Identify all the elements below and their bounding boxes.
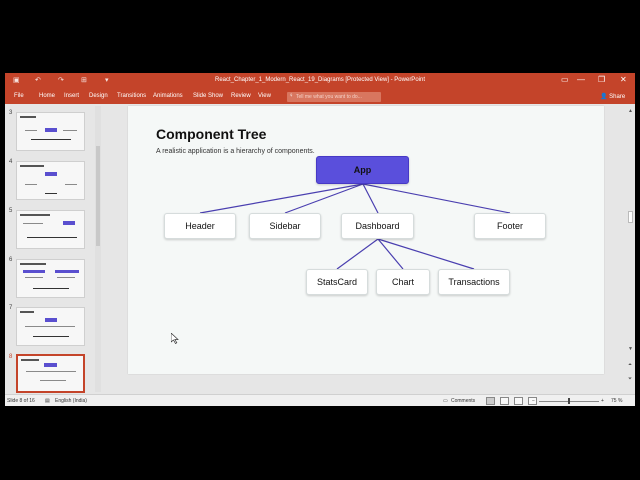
node-chart: Chart bbox=[376, 269, 430, 295]
edge-dashboard-transactions bbox=[377, 238, 475, 270]
comments-button[interactable]: Comments bbox=[451, 398, 475, 404]
thumbnail-number: 8 bbox=[9, 354, 13, 360]
edge-app-header bbox=[199, 183, 364, 214]
lightbulb-icon: ♀ bbox=[289, 93, 294, 99]
status-bar: Slide 8 of 16 ▤ English (India) ▭ Commen… bbox=[5, 394, 635, 406]
node-header: Header bbox=[164, 213, 236, 239]
slide-sorter-button[interactable] bbox=[500, 397, 509, 405]
reading-view-button[interactable] bbox=[514, 397, 523, 405]
node-app: App bbox=[316, 156, 409, 184]
person-icon: 👤 bbox=[600, 94, 608, 100]
edge-app-dashboard bbox=[362, 183, 379, 214]
thumbnail-item[interactable]: 3 bbox=[5, 110, 101, 151]
tree-edges bbox=[199, 183, 511, 270]
powerpoint-window: ▣ ↶ ↷ ⊞ ▾ React_Chapter_1_Modern_React_1… bbox=[5, 73, 635, 406]
thumbnail-slide-8-selected[interactable] bbox=[16, 354, 85, 393]
edge-app-sidebar bbox=[284, 183, 364, 214]
tab-transitions[interactable]: Transitions bbox=[117, 93, 146, 99]
thumbnail-item[interactable]: 6 bbox=[5, 257, 101, 298]
edge-app-footer bbox=[362, 183, 511, 214]
slide-thumbnail-pane: 3 4 5 6 7 8 bbox=[5, 104, 101, 394]
slide-subtitle: A realistic application is a hierarchy o… bbox=[156, 148, 315, 155]
mouse-cursor-icon bbox=[171, 333, 179, 344]
tab-slide-show[interactable]: Slide Show bbox=[193, 93, 223, 99]
thumbnail-item[interactable]: 8 bbox=[5, 354, 101, 394]
thumbnail-item[interactable]: 4 bbox=[5, 159, 101, 200]
thumbnail-slide-6[interactable] bbox=[16, 259, 85, 298]
zoom-level[interactable]: 75 % bbox=[611, 398, 622, 404]
thumbnail-number: 7 bbox=[9, 305, 13, 311]
slide-title: Component Tree bbox=[156, 126, 267, 142]
thumbnail-item[interactable]: 5 bbox=[5, 208, 101, 249]
node-dashboard: Dashboard bbox=[341, 213, 414, 239]
zoom-slider-knob[interactable] bbox=[568, 398, 570, 404]
node-transactions: Transactions bbox=[438, 269, 510, 295]
minimize-icon[interactable]: — bbox=[577, 75, 585, 84]
restore-icon[interactable]: ❐ bbox=[598, 75, 605, 84]
window-title: React_Chapter_1_Modern_React_19_Diagrams… bbox=[214, 77, 425, 83]
node-sidebar: Sidebar bbox=[249, 213, 321, 239]
slide-scrollbar-thumb[interactable] bbox=[628, 211, 633, 223]
scroll-down-icon[interactable]: ▼ bbox=[628, 346, 633, 352]
thumbnail-number: 5 bbox=[9, 208, 13, 214]
thumbnail-slide-5[interactable] bbox=[16, 210, 85, 249]
language-indicator[interactable]: English (India) bbox=[55, 398, 87, 404]
tab-home[interactable]: Home bbox=[39, 93, 55, 99]
title-bar: ▣ ↶ ↷ ⊞ ▾ React_Chapter_1_Modern_React_1… bbox=[5, 73, 635, 90]
node-footer: Footer bbox=[474, 213, 546, 239]
thumbnail-slide-3[interactable] bbox=[16, 112, 85, 151]
close-icon[interactable]: ✕ bbox=[620, 75, 627, 84]
thumbnail-item[interactable]: 7 bbox=[5, 305, 101, 346]
share-label: Share bbox=[609, 94, 626, 100]
ribbon-tabs: File Home Insert Design Transitions Anim… bbox=[5, 90, 635, 104]
ribbon-display-icon[interactable]: ▭ bbox=[561, 75, 569, 84]
slide-indicator: Slide 8 of 16 bbox=[7, 398, 35, 404]
tab-review[interactable]: Review bbox=[231, 93, 251, 99]
tell-me-search[interactable]: ♀ Tell me what you want to do... bbox=[287, 92, 381, 102]
tab-animations[interactable]: Animations bbox=[153, 93, 183, 99]
thumbnail-slide-4[interactable] bbox=[16, 161, 85, 200]
next-slide-icon[interactable]: ⏷ bbox=[628, 376, 632, 382]
thumbnail-number: 3 bbox=[9, 110, 13, 116]
tell-me-placeholder: Tell me what you want to do... bbox=[296, 94, 362, 100]
edge-dashboard-statscard bbox=[336, 238, 379, 270]
slide-canvas[interactable]: Component Tree A realistic application i… bbox=[128, 106, 604, 374]
slide-scrollbar[interactable]: ▲ ▼ ⏶ ⏷ bbox=[626, 106, 635, 394]
node-statscard: StatsCard bbox=[306, 269, 368, 295]
zoom-in-icon[interactable]: + bbox=[601, 398, 604, 404]
thumbnail-number: 4 bbox=[9, 159, 13, 165]
tab-file[interactable]: File bbox=[14, 93, 24, 99]
share-button[interactable]: 👤 Share bbox=[600, 93, 625, 100]
comments-icon[interactable]: ▭ bbox=[443, 398, 448, 404]
previous-slide-icon[interactable]: ⏶ bbox=[628, 362, 632, 368]
tab-design[interactable]: Design bbox=[89, 93, 108, 99]
thumbnail-number: 6 bbox=[9, 257, 13, 263]
tab-insert[interactable]: Insert bbox=[64, 93, 79, 99]
thumbnail-scrollbar[interactable] bbox=[95, 106, 101, 392]
normal-view-button[interactable] bbox=[486, 397, 495, 405]
spellcheck-icon[interactable]: ▤ bbox=[45, 398, 50, 404]
scroll-up-icon[interactable]: ▲ bbox=[628, 108, 633, 114]
thumbnail-slide-7[interactable] bbox=[16, 307, 85, 346]
thumbnail-scrollbar-thumb[interactable] bbox=[96, 146, 100, 246]
zoom-out-icon[interactable]: − bbox=[532, 398, 535, 404]
tab-view[interactable]: View bbox=[258, 93, 271, 99]
